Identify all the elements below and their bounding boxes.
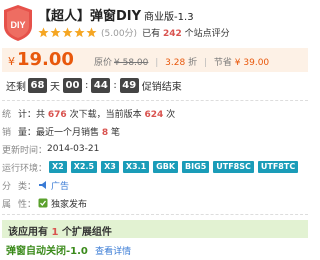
countdown-suffix: 促销结束 [141,81,182,93]
env-tag: X3 [101,161,119,173]
attribute-value: 独家发布 [51,199,88,210]
megaphone-icon [39,181,47,189]
extension-item: 弹窗自动关闭-1.0 查看详情 [6,242,131,257]
save-label: 节省 [213,58,232,68]
stats-text-c: 次 [166,109,176,120]
category-label: 分 [2,181,12,192]
env-tags: X2 X2.5 X3 X3.1 GBK BIG5 UTF8SC UTF8TC [49,161,302,173]
price-bar: ¥19.00 原价 ¥ 58.00 | 3.28 折 | 节省 ¥ 39.00 [2,48,308,72]
stats-row: 统 计：共 676 次下载，当前版本 624 次 [2,106,175,120]
extension-text: 该应用有 1 个扩展组件 [8,223,112,238]
category-link[interactable]: 广告 [51,179,69,192]
sales-text-b: 笔 [111,127,121,138]
attribute-colon: 性： [18,199,37,210]
env-tag: GBK [153,161,179,173]
category-colon: 类： [18,181,37,192]
env-tag: X2 [49,161,67,173]
env-row: 运行环境： X2 X2.5 X3 X3.1 GBK BIG5 UTF8SC UTF8TC [2,160,302,174]
star-icon [86,27,97,37]
save-amount: ¥ 39.00 [234,58,270,68]
env-tag: BIG5 [182,161,210,173]
price-details: 原价 ¥ 58.00 | 3.28 折 | 节省 ¥ 39.00 [94,55,269,68]
product-title: 【超人】弹窗DIY 商业版-1.3 [38,5,194,24]
countdown-hours: 00 [63,77,82,93]
countdown-days-unit: 天 [50,81,60,93]
star-icon [74,27,85,37]
sales-row: 销 量：最近一个月销售 8 笔 [2,124,120,138]
rating-prefix: 已有 [142,28,161,39]
env-tag: X2.5 [70,161,98,173]
downloads-version: 624 [144,109,164,120]
rating-score: (5.00分) [101,28,138,39]
env-label: 运行环境： [2,163,48,174]
env-tag: X3.1 [122,161,150,173]
sales-month: 8 [101,127,109,138]
discount-value: 3.28 [165,58,186,68]
extension-text-b: 个扩展组件 [61,227,112,238]
star-rating [38,27,98,38]
extension-bar: 该应用有 1 个扩展组件 [2,220,308,238]
currency-symbol: ¥ [8,55,15,68]
discount-unit: 折 [188,58,198,68]
updated-value: 2014-03-21 [47,144,100,154]
rating-count-text: 已有 242 个站点评分 [142,26,230,39]
countdown-prefix: 还剩 [6,81,26,93]
rating-row: (5.00分) 已有 242 个站点评分 [38,25,230,39]
product-name: 【超人】弹窗DIY [38,9,142,24]
separator: | [203,58,208,68]
countdown-colon: : [85,79,89,91]
promo-countdown: 还剩 68 天 00 : 44 : 49 促销结束 [6,76,183,94]
original-price: ¥ 58.00 [114,58,149,68]
original-price-label: 原价 [94,58,113,68]
star-icon [62,27,73,37]
stats-label: 统 [2,109,12,120]
category-row: 分 类： 广告 [2,178,69,192]
separator: | [155,58,159,68]
env-tag: UTF8SC [213,161,254,173]
countdown-days: 68 [28,77,47,93]
stats-text-a: 计：共 [18,109,46,120]
attribute-label: 属 [2,199,12,210]
rating-count: 242 [162,28,182,39]
countdown-minutes: 44 [91,77,111,93]
sales-text-a: 量：最近一个月销售 [18,127,100,138]
sales-value: 量：最近一个月销售 8 笔 [18,125,120,138]
logo-text: DIY [10,20,25,30]
countdown-colon: : [113,79,117,91]
view-details-link[interactable]: 查看详情 [95,247,131,257]
divider [2,100,308,101]
env-tag: UTF8TC [257,161,299,173]
extension-text-a: 该应用有 [8,227,48,238]
attribute-row: 属 性： 独家发布 [2,196,87,210]
stats-value: 计：共 676 次下载，当前版本 624 次 [18,107,175,120]
app-logo-icon: DIY [4,5,32,41]
extension-name-link[interactable]: 弹窗自动关闭-1.0 [6,246,88,257]
updated-label: 更新时间： [2,145,48,156]
current-price-value: 19.00 [17,49,74,70]
product-edition: 商业版-1.3 [144,12,194,23]
downloads-total: 676 [47,109,67,120]
divider [2,214,308,215]
exclusive-badge-icon [38,198,48,208]
extension-count: 1 [51,227,59,238]
rating-suffix: 个站点评分 [184,28,230,39]
star-icon [50,27,61,37]
sales-label: 销 [2,127,12,138]
updated-row: 更新时间： 2014-03-21 [2,142,99,156]
star-icon [38,27,49,37]
current-price: ¥19.00 [8,51,74,71]
countdown-seconds: 49 [119,77,139,93]
stats-text-b: 次下载，当前版本 [69,109,142,120]
